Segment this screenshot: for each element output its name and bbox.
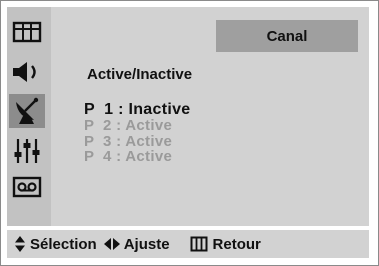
picture-icon [12,21,42,43]
equalizer-icon [14,139,40,163]
menu-grid-icon [190,236,208,252]
speaker-icon [13,62,36,82]
left-right-arrows-icon [103,238,120,250]
help-select: Sélection [14,235,97,253]
help-return-label: Retour [212,235,261,253]
help-adjust: Ajuste [103,236,170,253]
program-item[interactable]: P 1 : Inactive [84,101,190,118]
section-title: Active/Inactive [87,66,193,83]
program-list: P 1 : Inactive P 2 : Active P 3 : Active… [84,101,190,165]
help-return: Retour [190,236,261,253]
sidebar-item-picture[interactable] [9,15,45,49]
help-bar: Sélection Ajuste Retour [7,230,369,258]
sidebar-item-sound[interactable] [9,55,45,89]
help-select-label: Sélection [30,235,97,253]
sidebar-item-channel[interactable] [9,94,45,128]
cassette-icon [12,176,42,198]
help-adjust-label: Ajuste [123,235,170,253]
satellite-dish-icon [16,97,39,124]
program-item[interactable]: P 4 : Active [84,149,190,165]
sidebar-item-setup[interactable] [9,134,45,168]
program-item[interactable]: P 3 : Active [84,133,190,150]
menu-title: Canal [266,27,308,45]
up-down-arrows-icon [15,236,25,252]
sidebar-item-input[interactable] [9,170,45,204]
menu-header: Canal [216,20,358,52]
program-item[interactable]: P 2 : Active [84,118,190,134]
